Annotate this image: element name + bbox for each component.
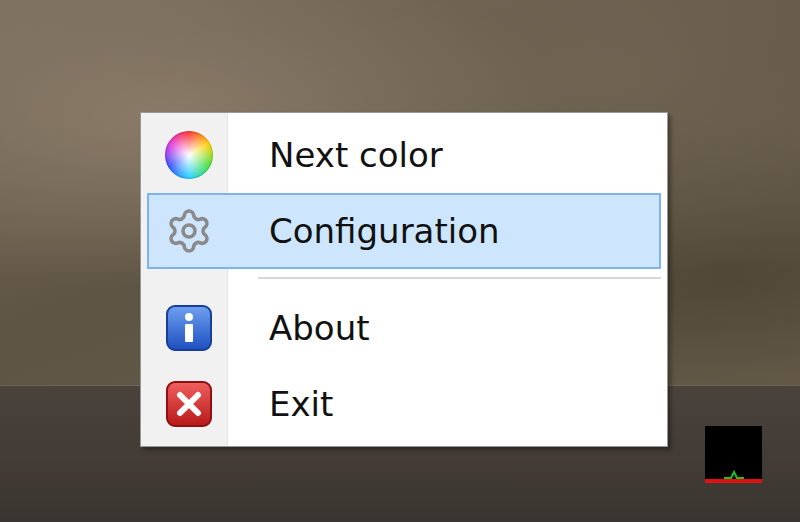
- color-wheel-icon: [165, 131, 213, 179]
- close-icon: [165, 380, 213, 428]
- menu-item-icon-cell: [149, 207, 228, 255]
- screen: Next color Configuration About Exit: [0, 0, 800, 522]
- menu-item-label: About: [228, 308, 386, 348]
- meter-icon: [724, 469, 744, 479]
- menu-item-icon-cell: [149, 131, 228, 179]
- info-icon: [165, 304, 213, 352]
- menu-item[interactable]: About: [147, 290, 661, 366]
- menu-item-icon-cell: [149, 380, 228, 428]
- context-menu: Next color Configuration About Exit: [140, 112, 668, 447]
- menu-item-label: Configuration: [228, 211, 516, 251]
- menu-item[interactable]: Configuration: [147, 193, 661, 269]
- gear-icon: [165, 207, 213, 255]
- menu-item-label: Exit: [228, 384, 349, 424]
- menu-item-icon-cell: [149, 304, 228, 352]
- menu-item[interactable]: Next color: [147, 117, 661, 193]
- menu-item-label: Next color: [228, 135, 459, 175]
- menu-item[interactable]: Exit: [147, 366, 661, 442]
- tray-icon[interactable]: [705, 426, 762, 483]
- menu-separator: [258, 277, 661, 280]
